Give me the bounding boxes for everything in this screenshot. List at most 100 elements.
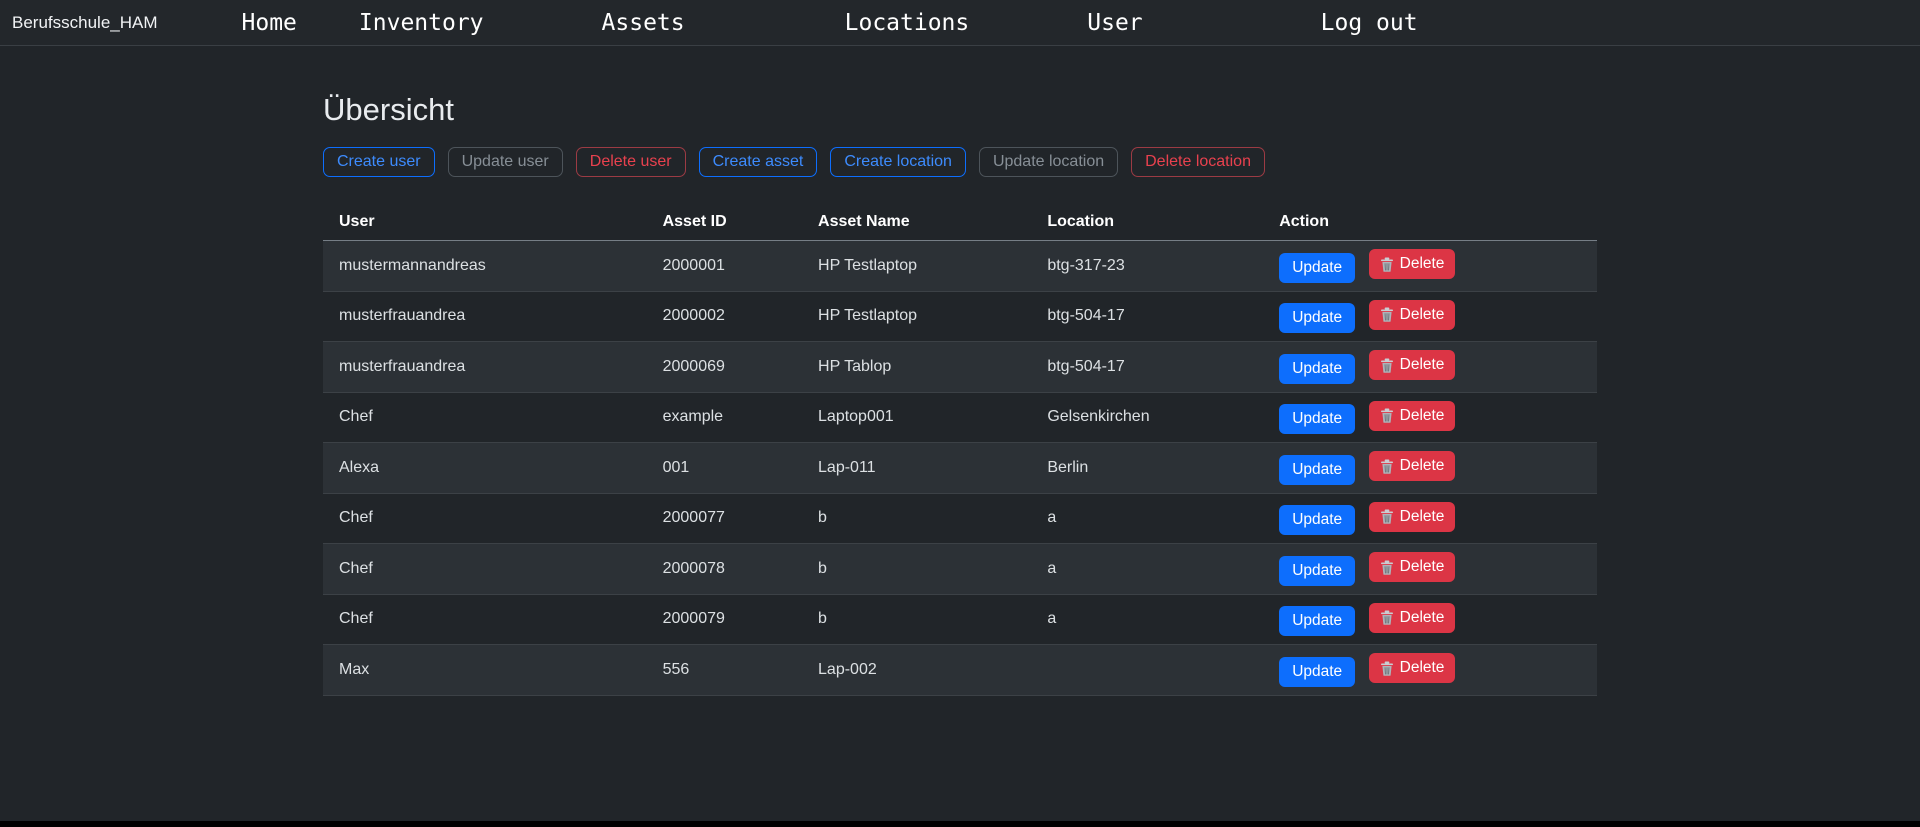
cell-user: mustermannandreas: [323, 241, 647, 292]
cell-user: Chef: [323, 392, 647, 443]
cell-user: Chef: [323, 544, 647, 595]
nav-link[interactable]: Assets: [602, 10, 685, 36]
cell-asset-name: HP Tablop: [802, 342, 1031, 393]
toolbar-button[interactable]: Create asset: [699, 147, 818, 177]
cell-asset-name: b: [802, 493, 1031, 544]
delete-button[interactable]: Delete: [1369, 451, 1456, 481]
cell-action: Update: [1263, 493, 1597, 544]
cell-action: Update: [1263, 645, 1597, 696]
delete-button-label: Delete: [1400, 609, 1445, 627]
column-header: Asset Name: [802, 204, 1031, 241]
nav-link[interactable]: Log out: [1321, 10, 1418, 36]
cell-user: Chef: [323, 493, 647, 544]
toolbar-button[interactable]: Update location: [979, 147, 1118, 177]
trash-icon: [1380, 661, 1394, 676]
cell-asset-name: Laptop001: [802, 392, 1031, 443]
cell-action: Update: [1263, 392, 1597, 443]
navbar-links: Home Inventory Assets Locations User Log…: [158, 10, 1418, 36]
toolbar-button[interactable]: Create user: [323, 147, 435, 177]
trash-icon: [1380, 408, 1394, 423]
update-button[interactable]: Update: [1279, 556, 1355, 586]
table-row: mustermannandreas 2000001 HP Testlaptop …: [323, 241, 1597, 292]
nav-link[interactable]: Locations: [845, 10, 970, 36]
cell-asset-name: b: [802, 594, 1031, 645]
update-button[interactable]: Update: [1279, 505, 1355, 535]
cell-location: a: [1031, 493, 1263, 544]
update-button[interactable]: Update: [1279, 303, 1355, 333]
delete-button[interactable]: Delete: [1369, 249, 1456, 279]
delete-button[interactable]: Delete: [1369, 653, 1456, 683]
column-header: Location: [1031, 204, 1263, 241]
cell-location: Gelsenkirchen: [1031, 392, 1263, 443]
update-button[interactable]: Update: [1279, 455, 1355, 485]
assets-table: User Asset ID Asset Name Location Action…: [323, 204, 1597, 696]
toolbar-button[interactable]: Delete user: [576, 147, 686, 177]
cell-action: Update: [1263, 342, 1597, 393]
delete-button[interactable]: Delete: [1369, 401, 1456, 431]
nav-link[interactable]: Inventory: [359, 10, 484, 36]
cell-user: musterfrauandrea: [323, 291, 647, 342]
update-button[interactable]: Update: [1279, 657, 1355, 687]
delete-button-label: Delete: [1400, 407, 1445, 425]
cell-action: Update: [1263, 544, 1597, 595]
toolbar-button[interactable]: Delete location: [1131, 147, 1265, 177]
update-button[interactable]: Update: [1279, 606, 1355, 636]
cell-asset-name: b: [802, 544, 1031, 595]
table-row: Alexa 001 Lap-011 Berlin Update: [323, 443, 1597, 494]
delete-button[interactable]: Delete: [1369, 502, 1456, 532]
trash-icon: [1380, 307, 1394, 322]
cell-asset-id: 2000002: [647, 291, 802, 342]
cell-location: a: [1031, 544, 1263, 595]
page-title: Übersicht: [323, 92, 1597, 128]
delete-button-label: Delete: [1400, 558, 1445, 576]
cell-action: Update: [1263, 291, 1597, 342]
cell-asset-id: 2000078: [647, 544, 802, 595]
update-button[interactable]: Update: [1279, 253, 1355, 283]
navbar-brand[interactable]: Berufsschule_HAM: [12, 13, 158, 33]
delete-button[interactable]: Delete: [1369, 300, 1456, 330]
cell-asset-id: example: [647, 392, 802, 443]
cell-action: Update: [1263, 241, 1597, 292]
cell-location: [1031, 645, 1263, 696]
table-row: Chef example Laptop001 Gelsenkirchen Upd…: [323, 392, 1597, 443]
column-header: User: [323, 204, 647, 241]
trash-icon: [1380, 610, 1394, 625]
trash-icon: [1380, 358, 1394, 373]
update-button[interactable]: Update: [1279, 354, 1355, 384]
cell-asset-id: 2000069: [647, 342, 802, 393]
toolbar: Create user Update user Delete user Crea…: [323, 147, 1597, 177]
delete-button-label: Delete: [1400, 356, 1445, 374]
cell-asset-name: Lap-011: [802, 443, 1031, 494]
table-row: musterfrauandrea 2000069 HP Tablop btg-5…: [323, 342, 1597, 393]
cell-asset-name: HP Testlaptop: [802, 291, 1031, 342]
main-content: Übersicht Create user Update user Delete…: [323, 92, 1597, 696]
cell-location: Berlin: [1031, 443, 1263, 494]
delete-button-label: Delete: [1400, 508, 1445, 526]
cell-asset-id: 001: [647, 443, 802, 494]
nav-link[interactable]: Home: [242, 10, 297, 36]
trash-icon: [1380, 509, 1394, 524]
table-row: Max 556 Lap-002 Update: [323, 645, 1597, 696]
delete-button[interactable]: Delete: [1369, 603, 1456, 633]
toolbar-button[interactable]: Create location: [830, 147, 966, 177]
cell-asset-id: 2000001: [647, 241, 802, 292]
nav-link[interactable]: User: [1087, 10, 1142, 36]
delete-button[interactable]: Delete: [1369, 350, 1456, 380]
cell-location: a: [1031, 594, 1263, 645]
table-row: musterfrauandrea 2000002 HP Testlaptop b…: [323, 291, 1597, 342]
delete-button-label: Delete: [1400, 255, 1445, 273]
delete-button[interactable]: Delete: [1369, 552, 1456, 582]
table-body: mustermannandreas 2000001 HP Testlaptop …: [323, 241, 1597, 696]
cell-location: btg-317-23: [1031, 241, 1263, 292]
update-button[interactable]: Update: [1279, 404, 1355, 434]
column-header: Asset ID: [647, 204, 802, 241]
toolbar-button[interactable]: Update user: [448, 147, 563, 177]
cell-user: musterfrauandrea: [323, 342, 647, 393]
table-header: User Asset ID Asset Name Location Action: [323, 204, 1597, 241]
column-header: Action: [1263, 204, 1597, 241]
cell-user: Max: [323, 645, 647, 696]
trash-icon: [1380, 560, 1394, 575]
navbar: Berufsschule_HAM Home Inventory Assets L…: [0, 0, 1920, 46]
cell-location: btg-504-17: [1031, 342, 1263, 393]
cell-user: Alexa: [323, 443, 647, 494]
